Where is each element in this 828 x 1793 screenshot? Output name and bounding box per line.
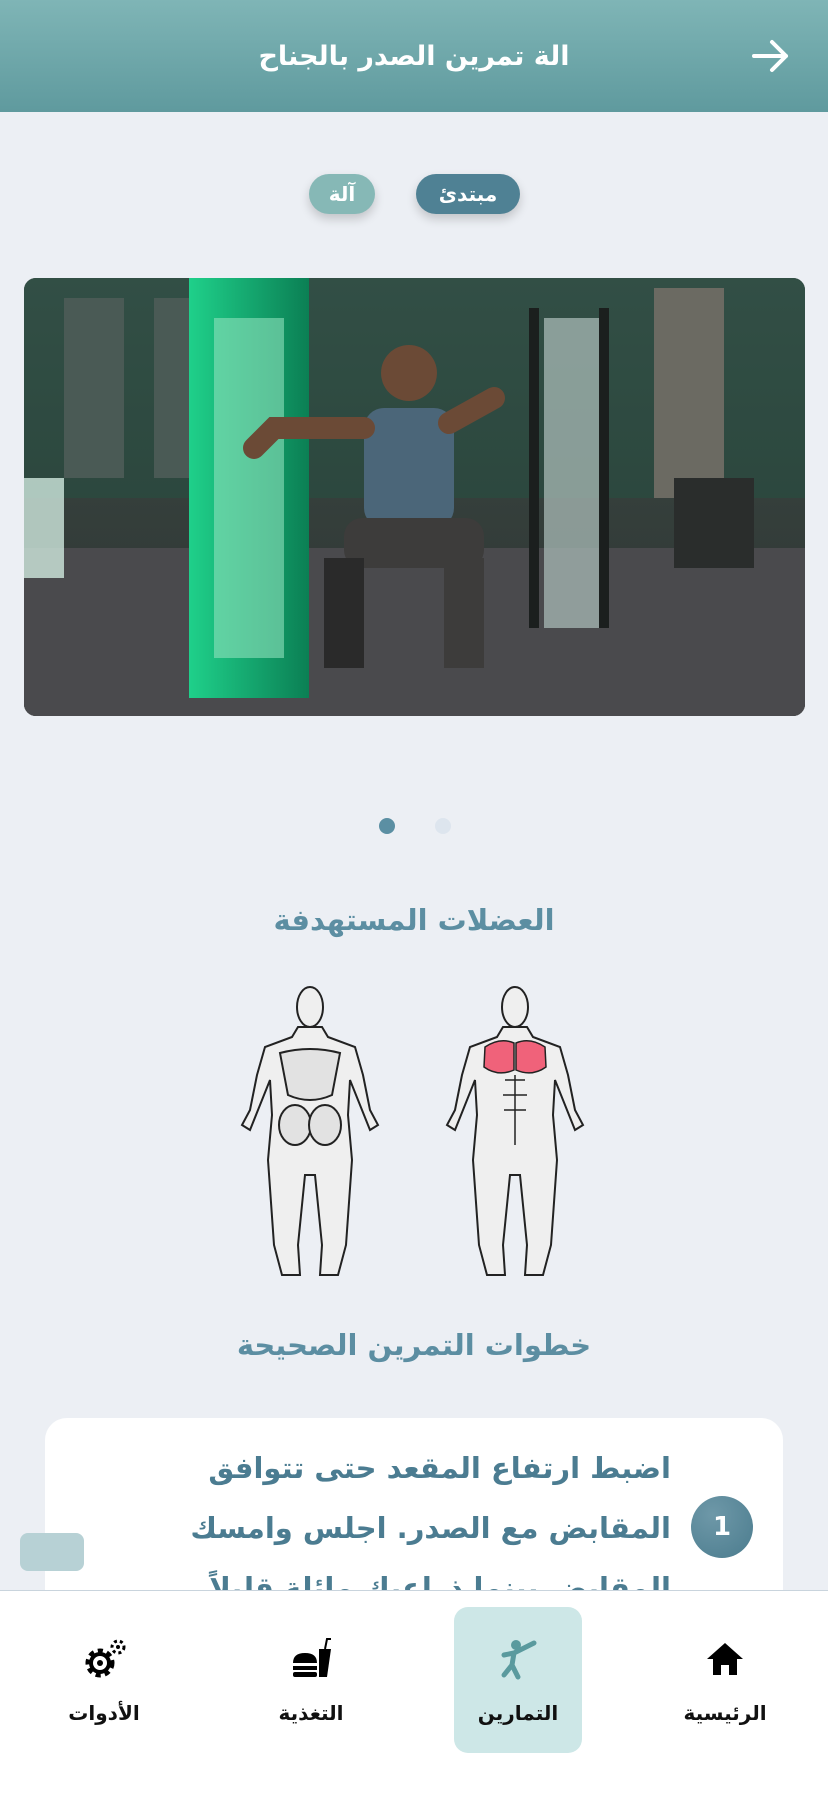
gym-machine-illustration bbox=[24, 278, 805, 716]
nav-label-exercises: التمارين bbox=[477, 1701, 559, 1725]
steps-heading: خطوات التمرين الصحيحة bbox=[236, 1328, 592, 1362]
nav-item-tools[interactable]: الأدوات bbox=[40, 1607, 168, 1753]
arrow-right-icon bbox=[752, 40, 788, 72]
nav-label-tools: الأدوات bbox=[68, 1701, 140, 1725]
app-header: الة تمرين الصدر بالجناح bbox=[0, 0, 828, 112]
back-button[interactable] bbox=[748, 36, 792, 76]
nav-item-exercises[interactable]: التمارين bbox=[454, 1607, 582, 1753]
nav-label-nutrition: التغذية bbox=[278, 1701, 344, 1725]
muscle-map bbox=[220, 985, 610, 1280]
nav-item-nutrition[interactable]: التغذية bbox=[247, 1607, 375, 1753]
food-icon bbox=[293, 1638, 331, 1677]
nav-item-home[interactable]: الرئيسية bbox=[661, 1607, 789, 1753]
carousel-dot-active[interactable] bbox=[379, 818, 395, 834]
carousel-dots bbox=[0, 818, 828, 834]
bottom-navigation: الرئيسية التمارين التغذية الأدوات bbox=[0, 1590, 828, 1793]
carousel-dot[interactable] bbox=[435, 818, 451, 834]
muscle-diagram-icon bbox=[240, 986, 585, 1276]
step-number-badge: 1 bbox=[691, 1496, 753, 1558]
exercise-tags: مبتدئ آلة bbox=[0, 174, 828, 216]
exercise-photo[interactable] bbox=[24, 278, 805, 716]
martial-arts-icon bbox=[501, 1640, 537, 1680]
nav-label-home: الرئيسية bbox=[683, 1701, 767, 1725]
target-muscles-heading: العضلات المستهدفة bbox=[273, 903, 555, 937]
moon-icon bbox=[47, 1542, 57, 1562]
gear-icon bbox=[85, 1639, 126, 1678]
dark-mode-toggle[interactable] bbox=[20, 1533, 84, 1571]
step-card: 1 اضبط ارتفاع المقعد حتى تتوافق المقابض … bbox=[45, 1418, 783, 1618]
level-badge: مبتدئ bbox=[416, 174, 520, 214]
equipment-badge: آلة bbox=[309, 174, 375, 214]
page-title: الة تمرين الصدر بالجناح bbox=[258, 40, 570, 72]
home-icon bbox=[707, 1643, 743, 1675]
